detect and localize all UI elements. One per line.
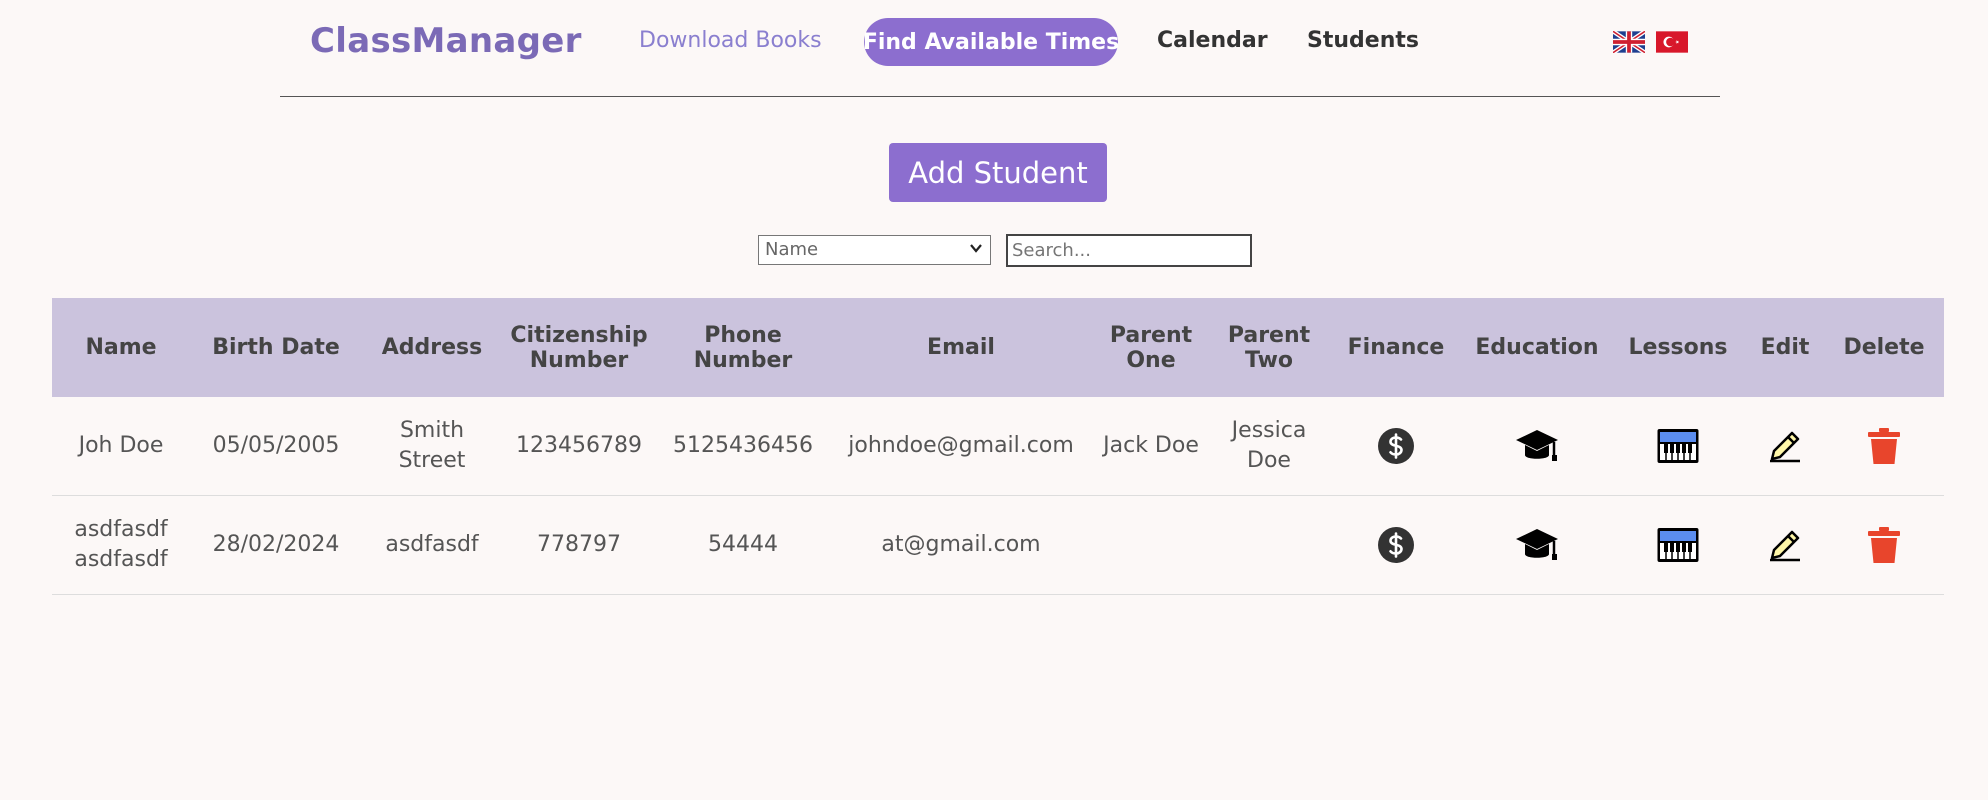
chevron-down-icon xyxy=(970,244,982,253)
students-table: Name Birth Date Address Citizenship Numb… xyxy=(52,298,1944,595)
piano-icon[interactable] xyxy=(1656,427,1700,465)
header-citizenship-number: Citizenship Number xyxy=(502,298,656,397)
cell-citizenship-number: 778797 xyxy=(502,495,656,595)
finance-cell xyxy=(1328,397,1464,496)
header-address: Address xyxy=(362,298,502,397)
education-cell xyxy=(1464,495,1610,595)
table-header-row: Name Birth Date Address Citizenship Numb… xyxy=(52,298,1944,397)
finance-cell xyxy=(1328,495,1464,595)
pencil-icon[interactable] xyxy=(1766,526,1804,564)
cell-birth-date: 05/05/2005 xyxy=(190,397,362,496)
cell-address: Smith Street xyxy=(362,397,502,496)
cell-email: johndoe@gmail.com xyxy=(830,397,1092,496)
dollar-icon[interactable] xyxy=(1377,427,1415,465)
cell-parent-two xyxy=(1210,495,1328,595)
english-flag-icon[interactable] xyxy=(1613,31,1645,53)
header-phone-number: Phone Number xyxy=(656,298,830,397)
pencil-icon[interactable] xyxy=(1766,427,1804,465)
piano-icon[interactable] xyxy=(1656,526,1700,564)
brand-logo[interactable]: ClassManager xyxy=(310,21,582,61)
turkish-flag-icon[interactable] xyxy=(1656,31,1688,53)
delete-cell xyxy=(1824,495,1944,595)
header-edit: Edit xyxy=(1746,298,1824,397)
search-input[interactable] xyxy=(1006,234,1252,267)
header-delete: Delete xyxy=(1824,298,1944,397)
header-parent-one: Parent One xyxy=(1092,298,1210,397)
header-parent-two: Parent Two xyxy=(1210,298,1328,397)
navbar: ClassManager Download Books Find Availab… xyxy=(280,0,1720,97)
trash-icon[interactable] xyxy=(1865,426,1903,466)
filter-field-select[interactable]: Name xyxy=(758,235,991,265)
cell-citizenship-number: 123456789 xyxy=(502,397,656,496)
cell-parent-one xyxy=(1092,495,1210,595)
cell-name: asdfasdf asdfasdf xyxy=(52,495,190,595)
header-birth-date: Birth Date xyxy=(190,298,362,397)
trash-icon[interactable] xyxy=(1865,525,1903,565)
nav-calendar[interactable]: Calendar xyxy=(1157,28,1268,53)
add-student-button[interactable]: Add Student xyxy=(889,143,1107,202)
cell-birth-date: 28/02/2024 xyxy=(190,495,362,595)
header-name: Name xyxy=(52,298,190,397)
nav-find-available-times[interactable]: Find Available Times xyxy=(863,18,1119,66)
cell-address: asdfasdf xyxy=(362,495,502,595)
cell-name: Joh Doe xyxy=(52,397,190,496)
cell-phone-number: 5125436456 xyxy=(656,397,830,496)
filter-field-value: Name xyxy=(765,239,819,260)
header-email: Email xyxy=(830,298,1092,397)
lessons-cell xyxy=(1610,495,1746,595)
graduation-cap-icon[interactable] xyxy=(1515,525,1559,565)
delete-cell xyxy=(1824,397,1944,496)
edit-cell xyxy=(1746,495,1824,595)
education-cell xyxy=(1464,397,1610,496)
nav-download-books[interactable]: Download Books xyxy=(639,28,822,53)
cell-email: at@gmail.com xyxy=(830,495,1092,595)
cell-phone-number: 54444 xyxy=(656,495,830,595)
cell-parent-one: Jack Doe xyxy=(1092,397,1210,496)
lessons-cell xyxy=(1610,397,1746,496)
dollar-icon[interactable] xyxy=(1377,526,1415,564)
header-finance: Finance xyxy=(1328,298,1464,397)
nav-students[interactable]: Students xyxy=(1307,28,1419,53)
cell-parent-two: Jessica Doe xyxy=(1210,397,1328,496)
header-lessons: Lessons xyxy=(1610,298,1746,397)
header-education: Education xyxy=(1464,298,1610,397)
graduation-cap-icon[interactable] xyxy=(1515,426,1559,466)
edit-cell xyxy=(1746,397,1824,496)
table-row: Joh Doe 05/05/2005 Smith Street 12345678… xyxy=(52,397,1944,496)
table-row: asdfasdf asdfasdf 28/02/2024 asdfasdf 77… xyxy=(52,495,1944,595)
